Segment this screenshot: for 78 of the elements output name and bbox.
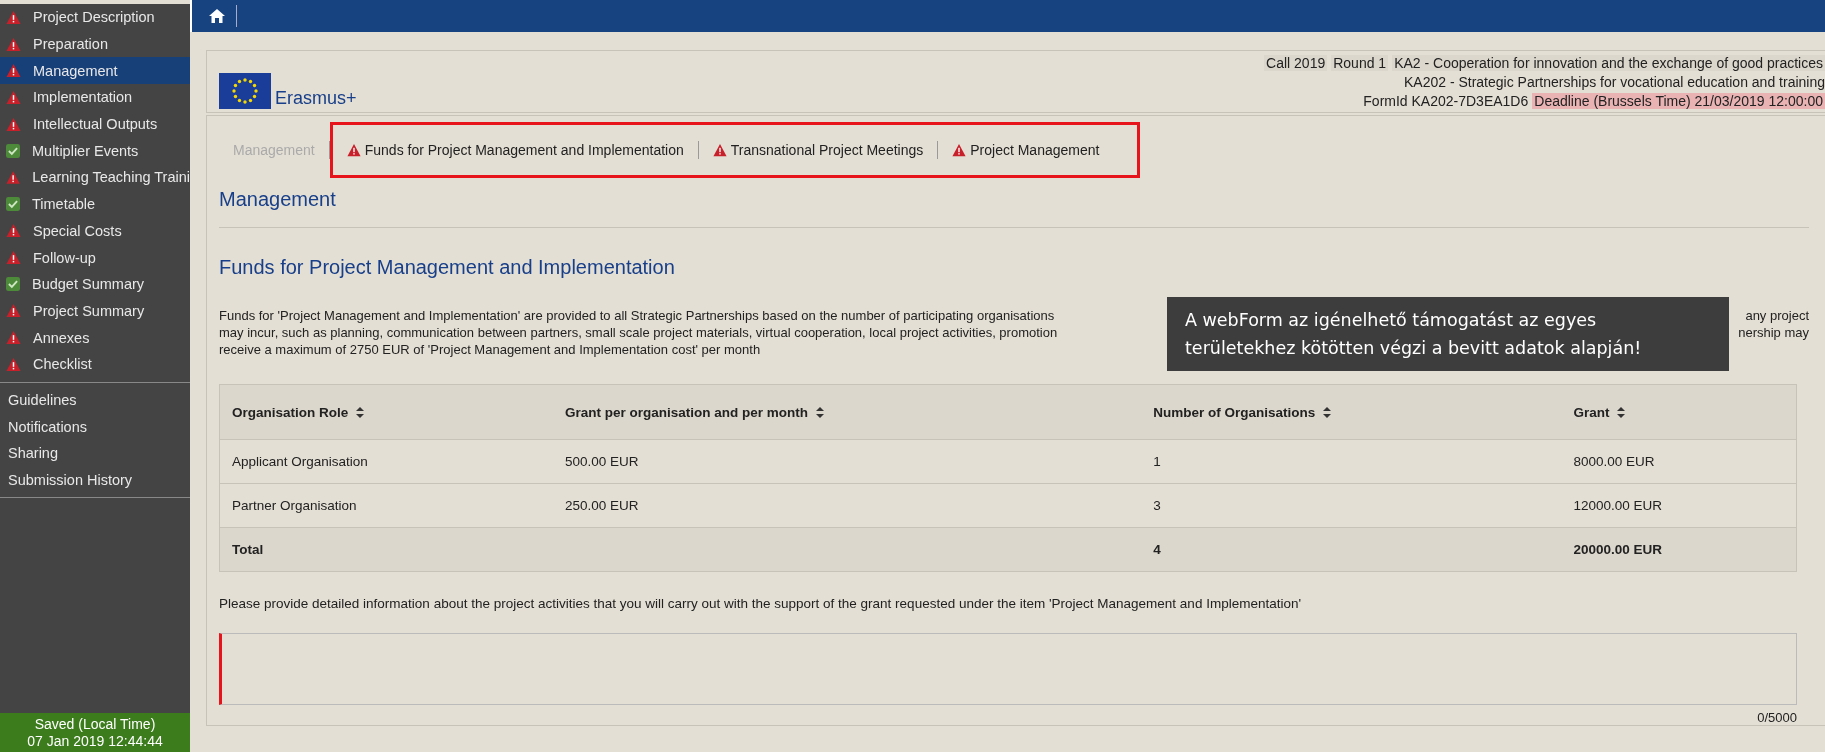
sidebar-item[interactable]: Management: [0, 57, 190, 85]
form-id: FormId KA202-7D3EA1D6: [1363, 93, 1529, 109]
sort-icon[interactable]: [815, 407, 824, 419]
checkmark-icon: [6, 197, 20, 212]
section-tab[interactable]: Transnational Project Meetings: [698, 142, 938, 158]
section-tab[interactable]: Funds for Project Management and Implementation: [332, 142, 698, 158]
section-title: Funds for Project Management and Implementation: [219, 255, 676, 280]
table-cell: 1: [1141, 439, 1562, 484]
sidebar-item[interactable]: Preparation: [0, 30, 190, 58]
sort-icon[interactable]: [1617, 407, 1626, 419]
callout-tooltip: A webForm az igénelhető támogatást az egyes területekhez kötötten végzi a bevitt adatok alapján!: [1167, 297, 1729, 371]
warning-icon: [6, 89, 21, 105]
call-info: Round 1: [1331, 55, 1389, 71]
question-text: Please provide detailed information about the project activities that you will carry out with the support of the grant requested under the item 'Project Management and Implementation': [219, 596, 1302, 611]
column-header[interactable]: Grant per organisation and per month: [552, 384, 1142, 440]
section-tab[interactable]: Project Management: [938, 142, 1114, 158]
table-cell: Applicant Organisation: [219, 439, 553, 484]
logo-text: Erasmus+: [275, 88, 357, 109]
sidebar-link[interactable]: Notifications: [0, 413, 190, 440]
column-header[interactable]: Grant: [1561, 384, 1797, 440]
table-cell: Total: [219, 527, 553, 572]
column-header[interactable]: Organisation Role: [219, 384, 553, 440]
sidebar-item[interactable]: Project Description: [0, 4, 190, 31]
answer-field[interactable]: [219, 633, 1797, 705]
sidebar-item[interactable]: Checklist: [0, 350, 190, 378]
table-cell: 3: [1141, 483, 1562, 528]
action-info: KA202 - Strategic Partnerships for vocational education and training: [1403, 74, 1825, 90]
sidebar-item[interactable]: Implementation: [0, 84, 190, 111]
sidebar-item[interactable]: Timetable: [0, 190, 190, 218]
warning-icon: [6, 169, 21, 185]
sidebar-item[interactable]: Budget Summary: [0, 270, 190, 298]
warning-icon: [6, 116, 21, 132]
deadline: Deadline (Brussels Time) 21/03/2019 12:00:00: [1532, 93, 1825, 109]
sidebar-link[interactable]: Guidelines: [0, 386, 190, 414]
description-text: nership may: [1738, 324, 1809, 341]
character-counter: 0/5000: [1756, 710, 1797, 725]
table-cell: 12000.00 EUR: [1561, 483, 1797, 528]
sort-icon[interactable]: [356, 407, 365, 419]
call-info: Call 2019: [1264, 55, 1328, 71]
checkmark-icon: [6, 277, 20, 292]
warning-icon: [6, 330, 21, 346]
table-cell: 8000.00 EUR: [1561, 439, 1797, 484]
warning-icon: [6, 63, 21, 79]
sidebar-item[interactable]: Multiplier Events: [0, 137, 190, 165]
saved-status: Saved (Local Time) 07 Jan 2019 12:44:44: [0, 713, 190, 752]
sidebar-item[interactable]: Intellectual Outputs: [0, 110, 190, 138]
table-cell: 20000.00 EUR: [1561, 527, 1797, 572]
warning-icon: [6, 303, 21, 319]
warning-icon: [6, 9, 21, 25]
description-text: Funds for 'Project Management and Implementation' are provided to all Strategic Partnerships based on the number of participating organisations: [219, 307, 1055, 324]
sidebar-item[interactable]: Annexes: [0, 324, 190, 351]
sort-icon[interactable]: [1323, 407, 1332, 419]
sidebar-link[interactable]: Sharing: [0, 440, 190, 467]
sidebar-item[interactable]: Follow-up: [0, 244, 190, 271]
table-cell: 500.00 EUR: [552, 439, 1142, 484]
warning-icon: [6, 223, 21, 239]
call-info: KA2 - Cooperation for innovation and the exchange of good practices: [1392, 55, 1825, 71]
description-text: receive a maximum of 2750 EUR of 'Project Management and Implementation cost' per month: [219, 341, 761, 358]
table-cell: Partner Organisation: [219, 483, 553, 528]
warning-icon: [952, 143, 967, 157]
sidebar-item[interactable]: Project Summary: [0, 297, 190, 325]
warning-icon: [346, 143, 361, 157]
column-header[interactable]: Number of Organisations: [1141, 384, 1562, 440]
description-text: any project: [1745, 307, 1809, 324]
page-title: Management: [219, 184, 1809, 228]
table-cell: 4: [1141, 527, 1562, 572]
warning-icon: [6, 36, 21, 52]
description-text: may incur, such as planning, communication between partners, small scale project materials, virtual cooperation, local project activities, promotion: [219, 324, 1058, 341]
warning-icon: [6, 356, 21, 372]
warning-icon: [6, 250, 21, 266]
sidebar-link[interactable]: Submission History: [0, 466, 190, 494]
eu-flag-icon: [219, 73, 271, 109]
table-cell: 250.00 EUR: [552, 483, 1142, 528]
warning-icon: [712, 143, 727, 157]
sidebar-item[interactable]: Learning Teaching Traini: [0, 164, 190, 191]
sidebar-item[interactable]: Special Costs: [0, 217, 190, 245]
home-icon: [208, 8, 226, 24]
checkmark-icon: [6, 143, 20, 158]
